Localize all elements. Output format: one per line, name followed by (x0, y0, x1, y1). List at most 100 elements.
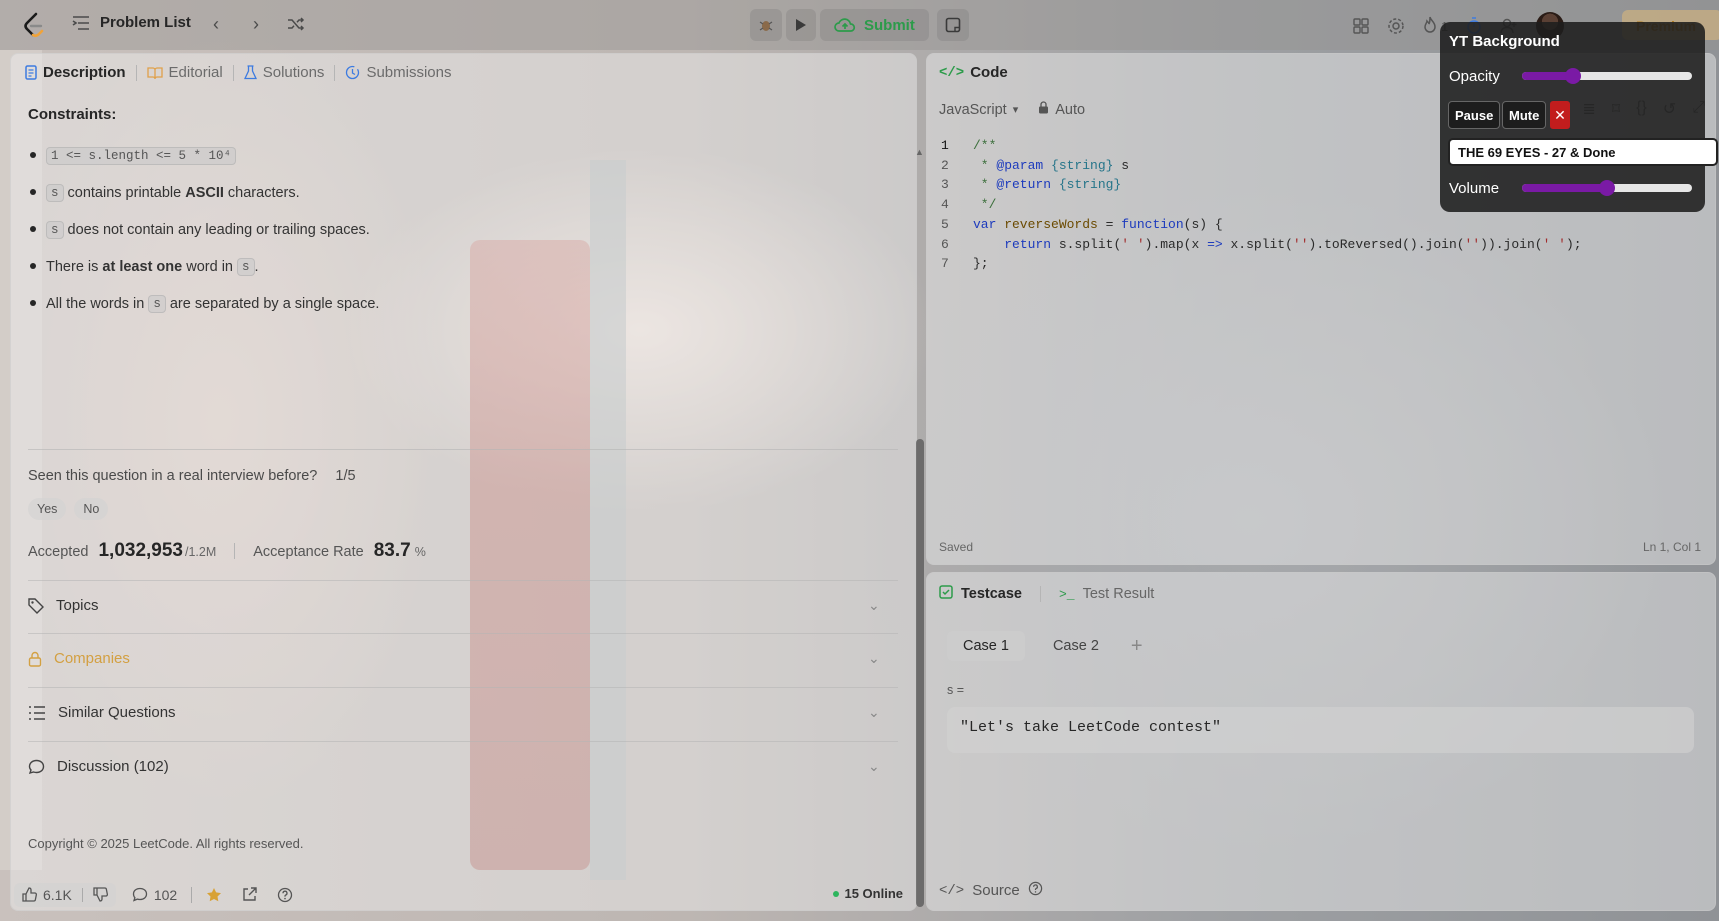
tab-editorial[interactable]: Editorial (137, 64, 233, 81)
checkbox-icon (939, 585, 953, 603)
section-divider (28, 449, 898, 450)
stats-divider (234, 543, 236, 559)
submit-button[interactable]: Submit (820, 9, 929, 41)
volume-slider[interactable] (1522, 180, 1692, 196)
line-number: 2 (941, 157, 949, 173)
tab-testcase[interactable]: Testcase (939, 585, 1022, 603)
constraint-item: s does not contain any leading or traili… (28, 211, 888, 248)
line-number: 4 (941, 197, 949, 213)
star-icon[interactable] (206, 887, 222, 903)
auto-mode-toggle[interactable]: Auto (1038, 101, 1085, 118)
list-icon (72, 15, 90, 31)
history-icon (345, 65, 360, 80)
help-icon[interactable] (277, 887, 293, 903)
notes-button[interactable] (936, 9, 969, 41)
constraint-text: are separated by a single space. (169, 295, 380, 312)
flame-icon (1423, 16, 1437, 36)
tab-editorial-label: Editorial (168, 64, 223, 81)
interview-answer-buttons: Yes No (28, 498, 109, 520)
tab-solutions[interactable]: Solutions (234, 64, 335, 81)
volume-slider-knob[interactable] (1599, 180, 1615, 196)
scrollbar-thumb[interactable] (916, 439, 924, 907)
opacity-slider[interactable] (1522, 68, 1692, 84)
case-tabs: Case 1 Case 2 + (947, 631, 1143, 661)
companies-label: Companies (54, 650, 130, 667)
run-toolbar: Submit (750, 9, 969, 41)
chevron-right-icon[interactable]: › (245, 12, 267, 36)
tab-testcase-label: Testcase (961, 586, 1022, 602)
input-variable-label: s = (947, 683, 965, 697)
like-divider (81, 887, 83, 902)
cloud-upload-icon (834, 17, 856, 33)
similar-questions-accordion[interactable]: Similar Questions ⌄ (28, 687, 898, 737)
line-number: 5 (941, 216, 949, 232)
accepted-total: /1.2M (185, 545, 217, 559)
share-icon[interactable] (242, 887, 257, 902)
thumbs-down-icon[interactable] (93, 887, 108, 902)
companies-accordion[interactable]: Companies ⌄ (28, 633, 898, 683)
topics-label: Topics (56, 597, 99, 614)
constraint-text: word in (186, 258, 233, 275)
problem-navigation: ‹ › (205, 12, 307, 36)
problem-description: Constraints: 1 <= s.length <= 5 * 10⁴ s … (28, 104, 888, 322)
save-status: Saved (939, 540, 974, 554)
scroll-up-arrow-icon[interactable]: ▲ (915, 147, 924, 157)
discussion-accordion[interactable]: Discussion (102) ⌄ (28, 741, 898, 791)
inline-code: 1 <= s.length <= 5 * 10⁴ (46, 146, 237, 165)
opacity-slider-knob[interactable] (1565, 68, 1581, 84)
online-count: 15 Online (844, 886, 903, 901)
constraint-text: There is (46, 258, 99, 275)
tab-solutions-label: Solutions (262, 64, 325, 81)
constraint-item: 1 <= s.length <= 5 * 10⁴ (28, 137, 888, 174)
add-case-icon[interactable]: + (1131, 635, 1143, 658)
constraint-item: All the words in s are separated by a si… (28, 285, 888, 322)
problem-action-bar: 6.1K 102 15 Online (10, 878, 917, 911)
no-button[interactable]: No (74, 498, 109, 520)
problem-list-link[interactable]: Problem List (72, 14, 191, 31)
auto-mode-label: Auto (1055, 101, 1086, 118)
topics-accordion[interactable]: Topics ⌄ (28, 580, 898, 630)
tab-description[interactable]: Description (25, 64, 136, 81)
comments-button[interactable]: 102 (132, 887, 177, 903)
interview-question: Seen this question in a real interview b… (28, 468, 356, 484)
opacity-label: Opacity (1449, 68, 1500, 85)
inline-code: s (46, 220, 64, 239)
like-count: 6.1K (43, 886, 72, 903)
case-tab-1[interactable]: Case 1 (947, 631, 1025, 661)
input-variable-value[interactable]: "Let's take LeetCode contest" (947, 707, 1694, 753)
debug-button[interactable] (750, 9, 782, 41)
editor-toolbar: JavaScript ▾ Auto (939, 101, 1085, 118)
source-link[interactable]: </> Source (939, 881, 1043, 900)
line-number: 1 (941, 138, 949, 153)
help-icon[interactable] (1028, 881, 1043, 900)
pause-button[interactable]: Pause (1448, 101, 1501, 129)
constraint-text: All the words in (46, 295, 145, 312)
tab-test-result[interactable]: >_ Test Result (1059, 586, 1154, 602)
yes-button[interactable]: Yes (28, 498, 67, 520)
leetcode-logo-icon[interactable] (22, 12, 46, 38)
close-button[interactable]: ✕ (1550, 101, 1570, 129)
track-title-input[interactable]: THE 69 EYES - 27 & Done (1448, 138, 1718, 166)
mute-button[interactable]: Mute (1502, 101, 1547, 129)
language-select[interactable]: JavaScript ▾ (939, 102, 1018, 118)
interview-question-text: Seen this question in a real interview b… (28, 468, 318, 484)
chevron-left-icon[interactable]: ‹ (205, 12, 227, 36)
shuffle-icon[interactable] (285, 12, 307, 36)
constraints-title: Constraints: (28, 106, 117, 123)
yt-widget-title: YT Background (1449, 33, 1560, 50)
tab-submissions[interactable]: Submissions (335, 64, 461, 81)
case-tab-2[interactable]: Case 2 (1037, 631, 1115, 661)
run-button[interactable] (786, 9, 816, 41)
code-icon: </> (939, 882, 965, 899)
online-indicator: 15 Online (833, 886, 903, 901)
tab-test-result-label: Test Result (1082, 586, 1155, 602)
thumbs-up-icon[interactable] (22, 887, 37, 902)
layout-grid-icon[interactable] (1353, 18, 1369, 34)
gear-icon[interactable] (1387, 17, 1405, 35)
volume-slider-fill (1522, 184, 1607, 192)
tag-icon (28, 597, 44, 614)
line-number: 6 (941, 236, 949, 252)
code-line: 6 return s.split(' ').map(x => x.split('… (939, 235, 1582, 255)
line-number: 3 (941, 177, 949, 193)
code-header: </> Code (939, 64, 1008, 81)
